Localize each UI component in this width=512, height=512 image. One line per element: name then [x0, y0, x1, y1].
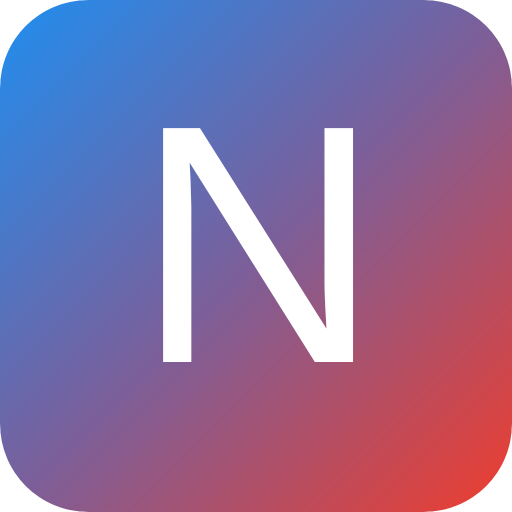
app-logo-graphic: N: [0, 0, 512, 512]
app-logo-letter: N: [135, 55, 381, 435]
app-logo-icon[interactable]: N: [0, 0, 512, 512]
icon-stage: N: [0, 0, 512, 512]
